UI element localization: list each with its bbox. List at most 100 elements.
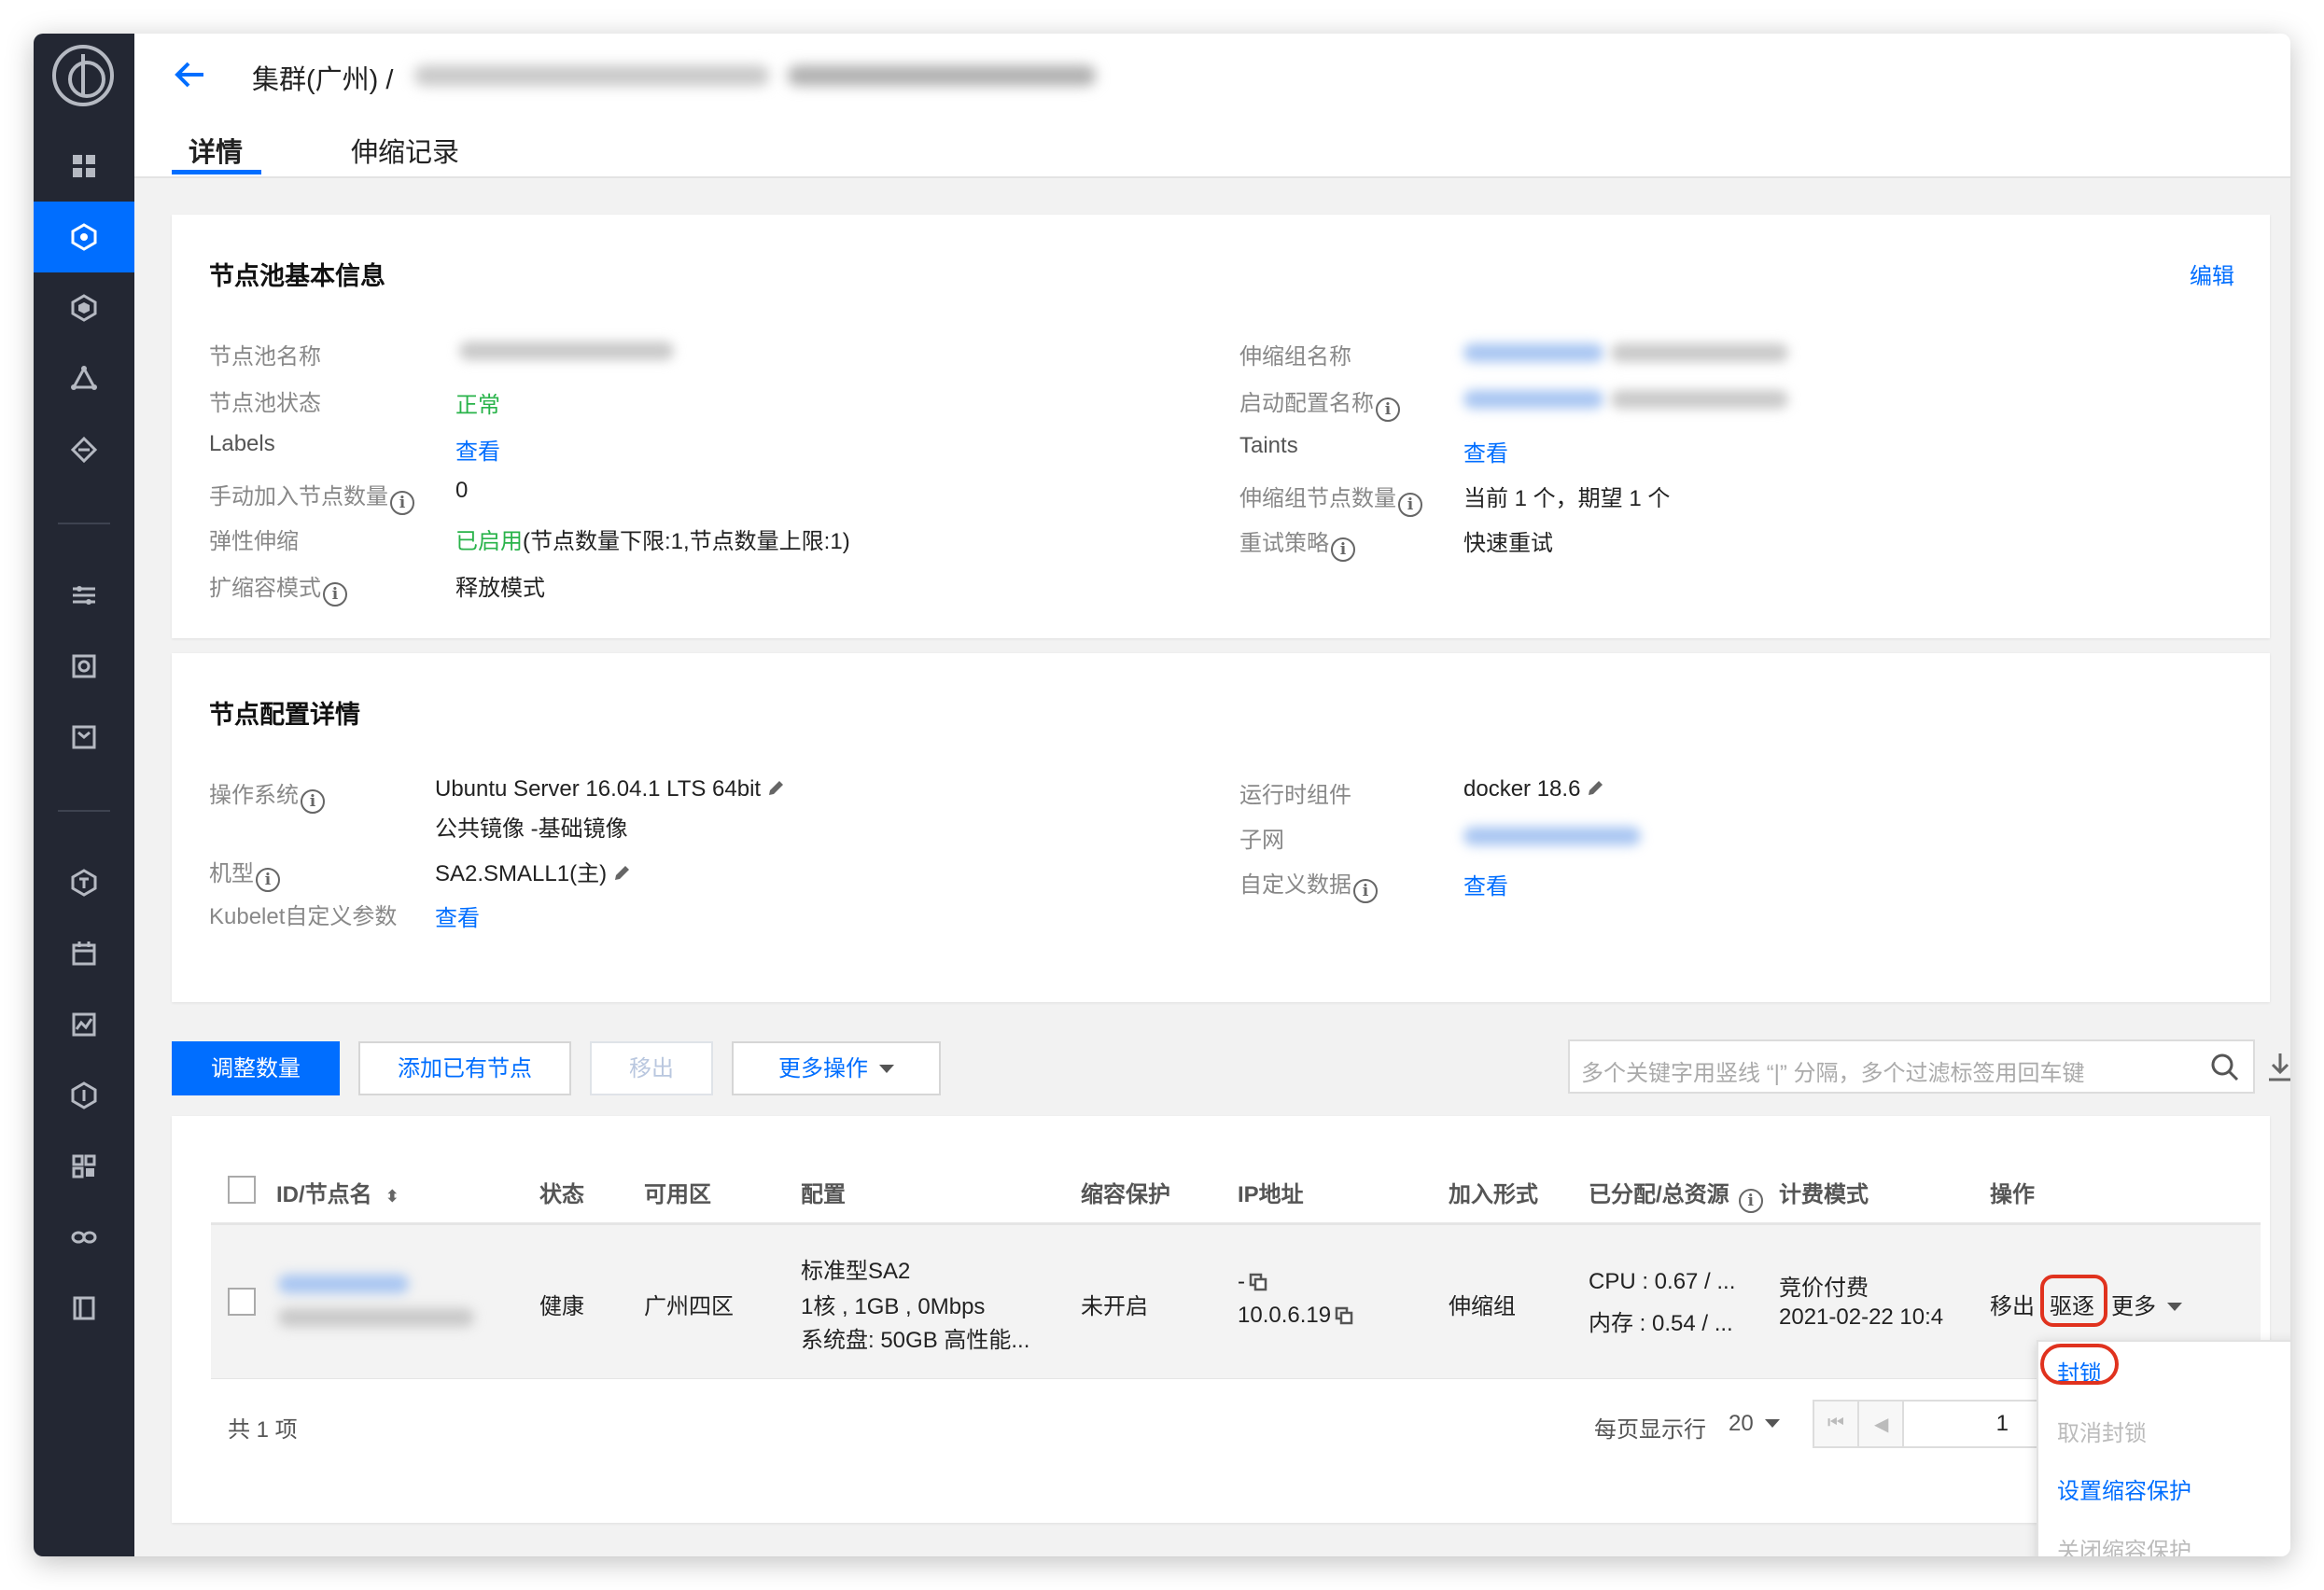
chevron-down-icon	[1764, 1419, 1780, 1428]
info-icon[interactable]: i	[301, 789, 325, 814]
cube-icon	[70, 294, 98, 322]
search-icon[interactable]	[2210, 1053, 2240, 1082]
info-icon[interactable]: i	[1353, 879, 1378, 903]
sidebar-item-events[interactable]	[34, 918, 134, 989]
pool-status-value: 正常	[455, 393, 500, 418]
tab-scaling-records[interactable]: 伸缩记录	[351, 131, 459, 170]
col-billing: 计费模式	[1779, 1182, 1869, 1207]
subnet-link[interactable]	[1463, 827, 1641, 845]
model-value: SA2.SMALL1(主)	[435, 855, 631, 887]
kubelet-view-link[interactable]: 查看	[435, 900, 480, 932]
manual-nodes-label: 手动加入节点数量 i	[209, 478, 414, 515]
subnet-label: 子网	[1239, 828, 1284, 853]
copy-icon[interactable]	[1335, 1305, 1353, 1325]
sidebar-item-image[interactable]	[34, 631, 134, 702]
col-zone: 可用区	[644, 1182, 711, 1207]
sidebar-item-mesh[interactable]	[34, 343, 134, 414]
calendar-icon	[70, 940, 98, 968]
sidebar	[34, 34, 134, 1556]
menu-item-uncordon[interactable]: 取消封锁	[2057, 1415, 2147, 1447]
square-target-icon	[70, 652, 98, 680]
sidebar-item-tke[interactable]	[34, 847, 134, 918]
sidebar-item-edge[interactable]	[34, 272, 134, 343]
sidebar-item-monitor[interactable]	[34, 989, 134, 1060]
scale-mode-value: 释放模式	[455, 576, 545, 601]
remove-button[interactable]: 移出	[590, 1041, 713, 1095]
first-page-button[interactable]: ⏮	[1813, 1400, 1859, 1448]
node-id-link[interactable]	[278, 1275, 409, 1293]
sidebar-item-overview[interactable]	[34, 131, 134, 202]
pool-name-value	[459, 342, 674, 360]
info-icon[interactable]: i	[323, 582, 347, 607]
edit-pencil-icon[interactable]	[1586, 778, 1604, 797]
asg-name-link[interactable]	[1463, 343, 1603, 362]
col-id[interactable]: ID/节点名 ⬍	[276, 1176, 399, 1208]
sidebar-divider	[58, 810, 110, 812]
edit-pencil-icon[interactable]	[766, 778, 785, 797]
adjust-count-button[interactable]: 调整数量	[172, 1041, 340, 1095]
row-checkbox[interactable]	[228, 1288, 256, 1316]
page-size-select[interactable]: 20	[1729, 1411, 1780, 1437]
sidebar-item-link[interactable]	[34, 1202, 134, 1273]
node-zone: 广州四区	[644, 1294, 734, 1319]
sidebar-item-docs[interactable]	[34, 1273, 134, 1344]
node-billing: 竞价付费	[1779, 1276, 1869, 1301]
edit-link[interactable]: 编辑	[2190, 258, 2234, 290]
sort-icon[interactable]: ⬍	[385, 1187, 399, 1206]
sidebar-item-ops[interactable]	[34, 560, 134, 631]
page-number-input[interactable]: 1	[1902, 1400, 2038, 1448]
launch-config-id	[1611, 390, 1788, 409]
chevron-down-icon	[879, 1065, 894, 1073]
app-window: 集群(广州) / 详情 伸缩记录 节点池基本信息 编辑 节点池名称 节点池状态 …	[34, 34, 2290, 1556]
edit-pencil-icon[interactable]	[612, 863, 631, 882]
autoscale-label: 弹性伸缩	[209, 529, 299, 554]
col-resources: 已分配/总资源 i	[1589, 1176, 1763, 1213]
info-icon[interactable]: i	[256, 868, 280, 892]
info-icon[interactable]: i	[1398, 493, 1422, 517]
info-icon[interactable]: i	[1376, 398, 1400, 422]
sidebar-item-registry[interactable]	[34, 702, 134, 773]
copy-icon[interactable]	[1249, 1272, 1267, 1291]
info-icon[interactable]: i	[390, 491, 414, 515]
page-size-label: 每页显示行	[1594, 1417, 1706, 1443]
hexagon-icon	[70, 223, 98, 251]
row-remove-link[interactable]: 移出	[1990, 1288, 2035, 1320]
select-all-checkbox[interactable]	[228, 1176, 256, 1204]
taints-view-link[interactable]: 查看	[1463, 435, 1508, 467]
info-icon[interactable]: i	[1738, 1189, 1763, 1213]
tab-indicator	[172, 170, 261, 174]
os-image-type: 公共镜像 -基础镜像	[435, 816, 628, 842]
book-icon	[70, 1294, 98, 1322]
row-more-dropdown[interactable]: 更多	[2111, 1288, 2182, 1320]
sidebar-item-security[interactable]	[34, 1060, 134, 1131]
taints-label: Taints	[1239, 433, 1298, 458]
more-operations-dropdown[interactable]: 更多操作	[732, 1041, 941, 1095]
userdata-label: 自定义数据 i	[1239, 866, 1378, 903]
launch-config-link[interactable]	[1463, 390, 1603, 409]
menu-item-disable-protection[interactable]: 关闭缩容保护	[2057, 1532, 2191, 1556]
download-icon[interactable]	[2266, 1051, 2290, 1082]
labels-view-link[interactable]: 查看	[455, 433, 500, 466]
back-arrow-icon[interactable]	[172, 56, 209, 93]
tab-details[interactable]: 详情	[189, 131, 243, 170]
chevron-down-icon	[2167, 1303, 2182, 1311]
sidebar-divider	[58, 523, 110, 524]
box-icon	[70, 723, 98, 751]
menu-item-enable-protection[interactable]: 设置缩容保护	[2057, 1472, 2191, 1505]
col-actions: 操作	[1990, 1182, 2035, 1207]
node-public-ip: -	[1238, 1269, 1267, 1295]
sidebar-item-serverless[interactable]	[34, 414, 134, 485]
search-input[interactable]: 多个关键字用竖线 “|” 分隔，多个过滤标签用回车键	[1568, 1039, 2255, 1094]
breadcrumb-cluster[interactable]: 集群(广州) /	[252, 58, 393, 97]
sidebar-item-cluster[interactable]	[34, 202, 134, 272]
info-icon[interactable]: i	[1331, 537, 1355, 562]
sidebar-item-apps[interactable]	[34, 1131, 134, 1202]
current-page: 1	[1995, 1411, 2009, 1436]
total-count: 共 1 项	[228, 1417, 298, 1443]
breadcrumb-cluster-id	[414, 65, 769, 86]
node-status: 健康	[539, 1294, 584, 1319]
userdata-view-link[interactable]: 查看	[1463, 868, 1508, 900]
product-logo-icon[interactable]	[52, 45, 114, 106]
prev-page-button[interactable]: ◀	[1857, 1400, 1904, 1448]
add-existing-node-button[interactable]: 添加已有节点	[358, 1041, 571, 1095]
